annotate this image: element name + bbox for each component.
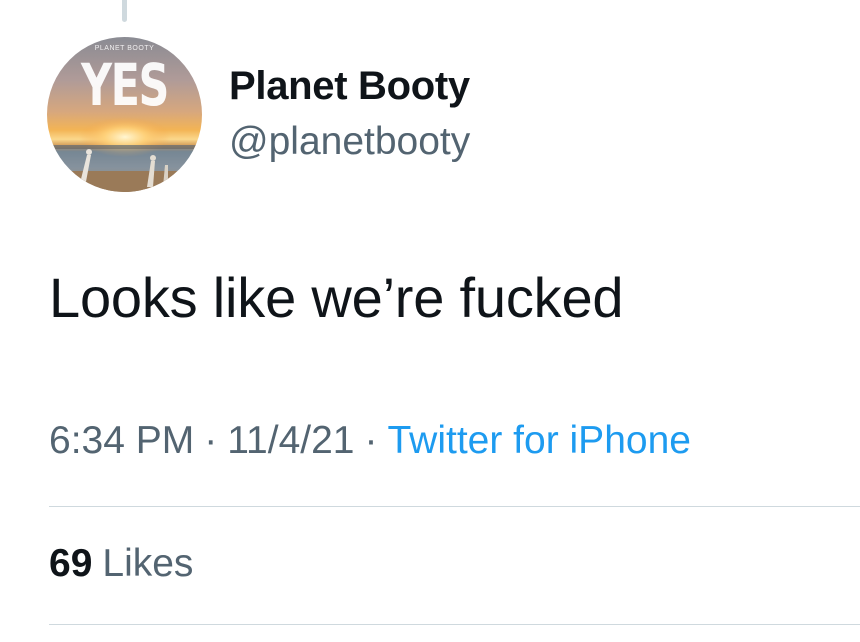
divider: [49, 506, 860, 507]
meta-separator: ·: [204, 419, 218, 462]
meta-separator: ·: [364, 419, 378, 462]
author-handle[interactable]: @planetbooty: [229, 120, 470, 164]
likes-label: Likes: [102, 542, 194, 585]
avatar-yes-wordmark: YES: [81, 51, 169, 119]
author-display-name[interactable]: Planet Booty: [229, 64, 470, 109]
tweet-meta: 6:34 PM · 11/4/21 · Twitter for iPhone: [49, 419, 691, 463]
likes-stat[interactable]: 69 Likes: [49, 542, 193, 586]
likes-count: 69: [49, 542, 93, 585]
thread-connector-line: [122, 0, 127, 22]
tweet-time[interactable]: 6:34 PM: [49, 419, 194, 462]
avatar[interactable]: PLANET BOOTY YES: [47, 37, 202, 192]
divider: [49, 624, 860, 625]
tweet-text: Looks like we’re fucked: [49, 266, 624, 329]
tweet-date[interactable]: 11/4/21: [227, 419, 354, 462]
tweet-source-link[interactable]: Twitter for iPhone: [387, 419, 690, 462]
